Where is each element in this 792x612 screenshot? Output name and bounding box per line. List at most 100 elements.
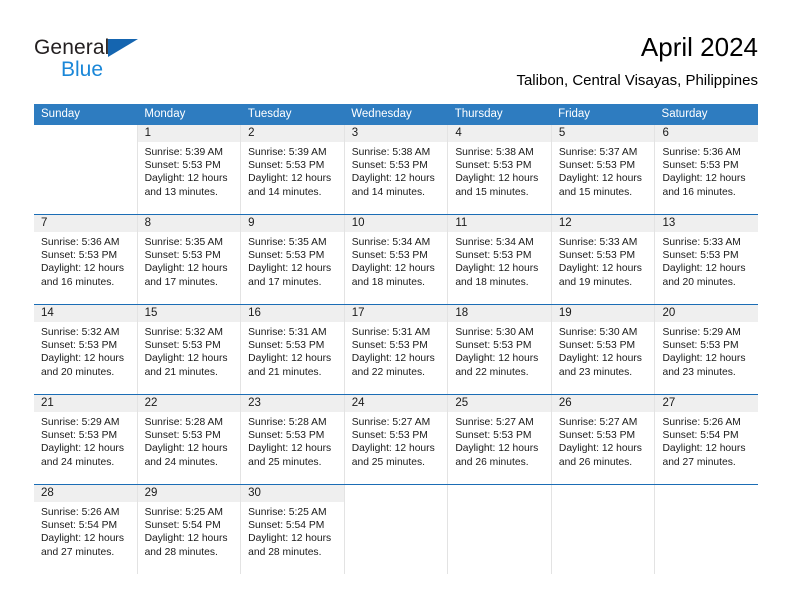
daylight-text: Daylight: 12 hours and 21 minutes.: [144, 353, 228, 378]
daylight-text: Daylight: 12 hours and 15 minutes.: [455, 173, 539, 198]
day-cell[interactable]: 7 Sunrise: 5:36 AM Sunset: 5:53 PM Daylight…: [34, 215, 138, 304]
day-cell[interactable]: 28 Sunrise: 5:26 AM Sunset: 5:54 PM Dayligh…: [34, 485, 138, 574]
day-cell[interactable]: 4 Sunrise: 5:38 AM Sunset: 5:53 PM Daylight…: [448, 125, 552, 214]
day-cell[interactable]: 1 Sunrise: 5:39 AM Sunset: 5:53 PM Daylight…: [137, 125, 242, 214]
day-cell[interactable]: 5 Sunrise: 5:37 AM Sunset: 5:53 PM Daylight…: [551, 125, 656, 214]
sunrise-text: Sunrise: 5:39 AM: [144, 147, 223, 158]
sunrise-text: Sunrise: 5:32 AM: [41, 327, 120, 338]
day-cell[interactable]: 12 Sunrise: 5:33 AM Sunset: 5:53 PM Dayligh…: [551, 215, 656, 304]
daylight-text: Daylight: 12 hours and 27 minutes.: [41, 533, 124, 558]
day-number-band: 5: [551, 125, 655, 142]
sunset-text: Sunset: 5:53 PM: [558, 430, 636, 442]
sunset-text: Sunset: 5:53 PM: [558, 250, 636, 262]
day-number-band: [552, 485, 655, 502]
day-number: 2: [248, 127, 255, 139]
day-cell[interactable]: 25 Sunrise: 5:27 AM Sunset: 5:53 PM Dayligh…: [448, 395, 552, 484]
day-cell[interactable]: 27 Sunrise: 5:26 AM Sunset: 5:54 PM Dayligh…: [655, 395, 759, 484]
day-cell[interactable]: 26 Sunrise: 5:27 AM Sunset: 5:53 PM Dayligh…: [551, 395, 656, 484]
day-number-band: 12: [551, 215, 655, 232]
day-number: 26: [558, 397, 572, 409]
sunset-text: Sunset: 5:53 PM: [455, 250, 532, 262]
day-details: Sunrise: 5:29 AM Sunset: 5:53 PM Daylight:…: [34, 412, 137, 469]
location-subtitle: Talibon, Central Visayas, Philippines: [516, 72, 758, 89]
day-number: 27: [662, 397, 676, 409]
day-number-band: 2: [241, 125, 344, 142]
day-cell[interactable]: 29 Sunrise: 5:25 AM Sunset: 5:54 PM Dayligh…: [137, 485, 242, 574]
week-row: 7 Sunrise: 5:36 AM Sunset: 5:53 PM Daylight…: [34, 214, 759, 304]
day-cell[interactable]: 8 Sunrise: 5:35 AM Sunset: 5:53 PM Daylight…: [137, 215, 242, 304]
day-number: 9: [248, 217, 255, 229]
sunset-text: Sunset: 5:53 PM: [455, 430, 532, 442]
day-number: 13: [662, 217, 676, 229]
sunrise-text: Sunrise: 5:37 AM: [558, 147, 638, 158]
day-details: Sunrise: 5:35 AM Sunset: 5:53 PM Daylight:…: [138, 232, 241, 289]
sunrise-text: Sunrise: 5:34 AM: [455, 237, 534, 248]
sunrise-text: Sunrise: 5:34 AM: [351, 237, 431, 248]
day-number: 12: [558, 217, 572, 229]
sunrise-text: Sunrise: 5:38 AM: [351, 147, 431, 158]
day-cell[interactable]: 23 Sunrise: 5:28 AM Sunset: 5:53 PM Dayligh…: [241, 395, 345, 484]
sunrise-text: Sunrise: 5:32 AM: [144, 327, 223, 338]
weekday-header-monday: Monday: [144, 108, 186, 120]
sunset-text: Sunset: 5:53 PM: [558, 160, 636, 172]
day-number: 16: [248, 307, 261, 319]
sunrise-text: Sunrise: 5:35 AM: [248, 237, 327, 248]
triangle-flag-icon: [108, 39, 139, 57]
day-number: 10: [351, 217, 365, 229]
day-number: 20: [662, 307, 676, 319]
day-number: 25: [455, 397, 469, 409]
day-number: 21: [41, 397, 54, 409]
daylight-text: Daylight: 12 hours and 17 minutes.: [248, 263, 332, 288]
sunrise-text: Sunrise: 5:25 AM: [144, 507, 223, 518]
day-details: Sunrise: 5:26 AM Sunset: 5:54 PM Daylight:…: [34, 502, 137, 559]
day-cell[interactable]: 20 Sunrise: 5:29 AM Sunset: 5:53 PM Dayligh…: [655, 305, 759, 394]
day-cell[interactable]: 10 Sunrise: 5:34 AM Sunset: 5:53 PM Dayligh…: [344, 215, 449, 304]
day-details: Sunrise: 5:27 AM Sunset: 5:53 PM Daylight:…: [345, 412, 448, 469]
day-cell[interactable]: 21 Sunrise: 5:29 AM Sunset: 5:53 PM Dayligh…: [34, 395, 138, 484]
daylight-text: Daylight: 12 hours and 27 minutes.: [662, 443, 746, 468]
day-cell[interactable]: 17 Sunrise: 5:31 AM Sunset: 5:53 PM Dayligh…: [344, 305, 449, 394]
day-number-band: 10: [344, 215, 448, 232]
day-cell[interactable]: 14 Sunrise: 5:32 AM Sunset: 5:53 PM Dayligh…: [34, 305, 138, 394]
day-cell[interactable]: 18 Sunrise: 5:30 AM Sunset: 5:53 PM Dayligh…: [448, 305, 552, 394]
day-number-band: 25: [448, 395, 551, 412]
day-cell[interactable]: 24 Sunrise: 5:27 AM Sunset: 5:53 PM Dayligh…: [344, 395, 449, 484]
generalblue-logo[interactable]: General Blue: [34, 36, 139, 81]
day-details: Sunrise: 5:34 AM Sunset: 5:53 PM Daylight:…: [345, 232, 448, 289]
day-cell[interactable]: 19 Sunrise: 5:30 AM Sunset: 5:53 PM Dayligh…: [551, 305, 656, 394]
day-cell[interactable]: 2 Sunrise: 5:39 AM Sunset: 5:53 PM Daylight…: [241, 125, 345, 214]
day-cell[interactable]: 6 Sunrise: 5:36 AM Sunset: 5:53 PM Daylight…: [655, 125, 759, 214]
daylight-text: Daylight: 12 hours and 24 minutes.: [144, 443, 228, 468]
day-cell[interactable]: 30 Sunrise: 5:25 AM Sunset: 5:54 PM Dayligh…: [241, 485, 345, 574]
day-cell[interactable]: 11 Sunrise: 5:34 AM Sunset: 5:53 PM Dayligh…: [448, 215, 552, 304]
day-details: Sunrise: 5:31 AM Sunset: 5:53 PM Daylight:…: [241, 322, 344, 379]
sunrise-text: Sunrise: 5:30 AM: [455, 327, 534, 338]
day-cell[interactable]: 16 Sunrise: 5:31 AM Sunset: 5:53 PM Dayligh…: [241, 305, 345, 394]
day-cell[interactable]: 15 Sunrise: 5:32 AM Sunset: 5:53 PM Dayligh…: [137, 305, 242, 394]
day-number-band: 17: [344, 305, 448, 322]
day-number-band: 4: [448, 125, 551, 142]
day-number-band: 20: [655, 305, 759, 322]
day-number: 4: [455, 127, 462, 139]
day-cell[interactable]: 13 Sunrise: 5:33 AM Sunset: 5:53 PM Dayligh…: [655, 215, 759, 304]
day-number-band: 22: [137, 395, 241, 412]
day-number-band: [448, 485, 551, 502]
day-cell[interactable]: 22 Sunrise: 5:28 AM Sunset: 5:53 PM Dayligh…: [137, 395, 242, 484]
day-details: Sunrise: 5:38 AM Sunset: 5:53 PM Daylight:…: [345, 142, 448, 199]
day-details: Sunrise: 5:36 AM Sunset: 5:53 PM Daylight:…: [655, 142, 758, 199]
daylight-text: Daylight: 12 hours and 16 minutes.: [41, 263, 124, 288]
day-cell[interactable]: 3 Sunrise: 5:38 AM Sunset: 5:53 PM Daylight…: [344, 125, 449, 214]
sunset-text: Sunset: 5:53 PM: [351, 430, 428, 442]
day-cell[interactable]: 9 Sunrise: 5:35 AM Sunset: 5:53 PM Daylight…: [241, 215, 345, 304]
logo-text-blue: Blue: [61, 58, 104, 81]
daylight-text: Daylight: 12 hours and 24 minutes.: [41, 443, 124, 468]
sunset-text: Sunset: 5:53 PM: [455, 160, 532, 172]
day-number: 7: [41, 217, 48, 229]
day-details: Sunrise: 5:26 AM Sunset: 5:54 PM Daylight:…: [655, 412, 758, 469]
daylight-text: Daylight: 12 hours and 17 minutes.: [144, 263, 228, 288]
sunset-text: Sunset: 5:53 PM: [248, 340, 325, 352]
sunrise-text: Sunrise: 5:38 AM: [455, 147, 534, 158]
sunset-text: Sunset: 5:53 PM: [41, 250, 118, 262]
logo-top-line: General: [34, 36, 139, 60]
day-details: Sunrise: 5:36 AM Sunset: 5:53 PM Daylight:…: [34, 232, 137, 289]
